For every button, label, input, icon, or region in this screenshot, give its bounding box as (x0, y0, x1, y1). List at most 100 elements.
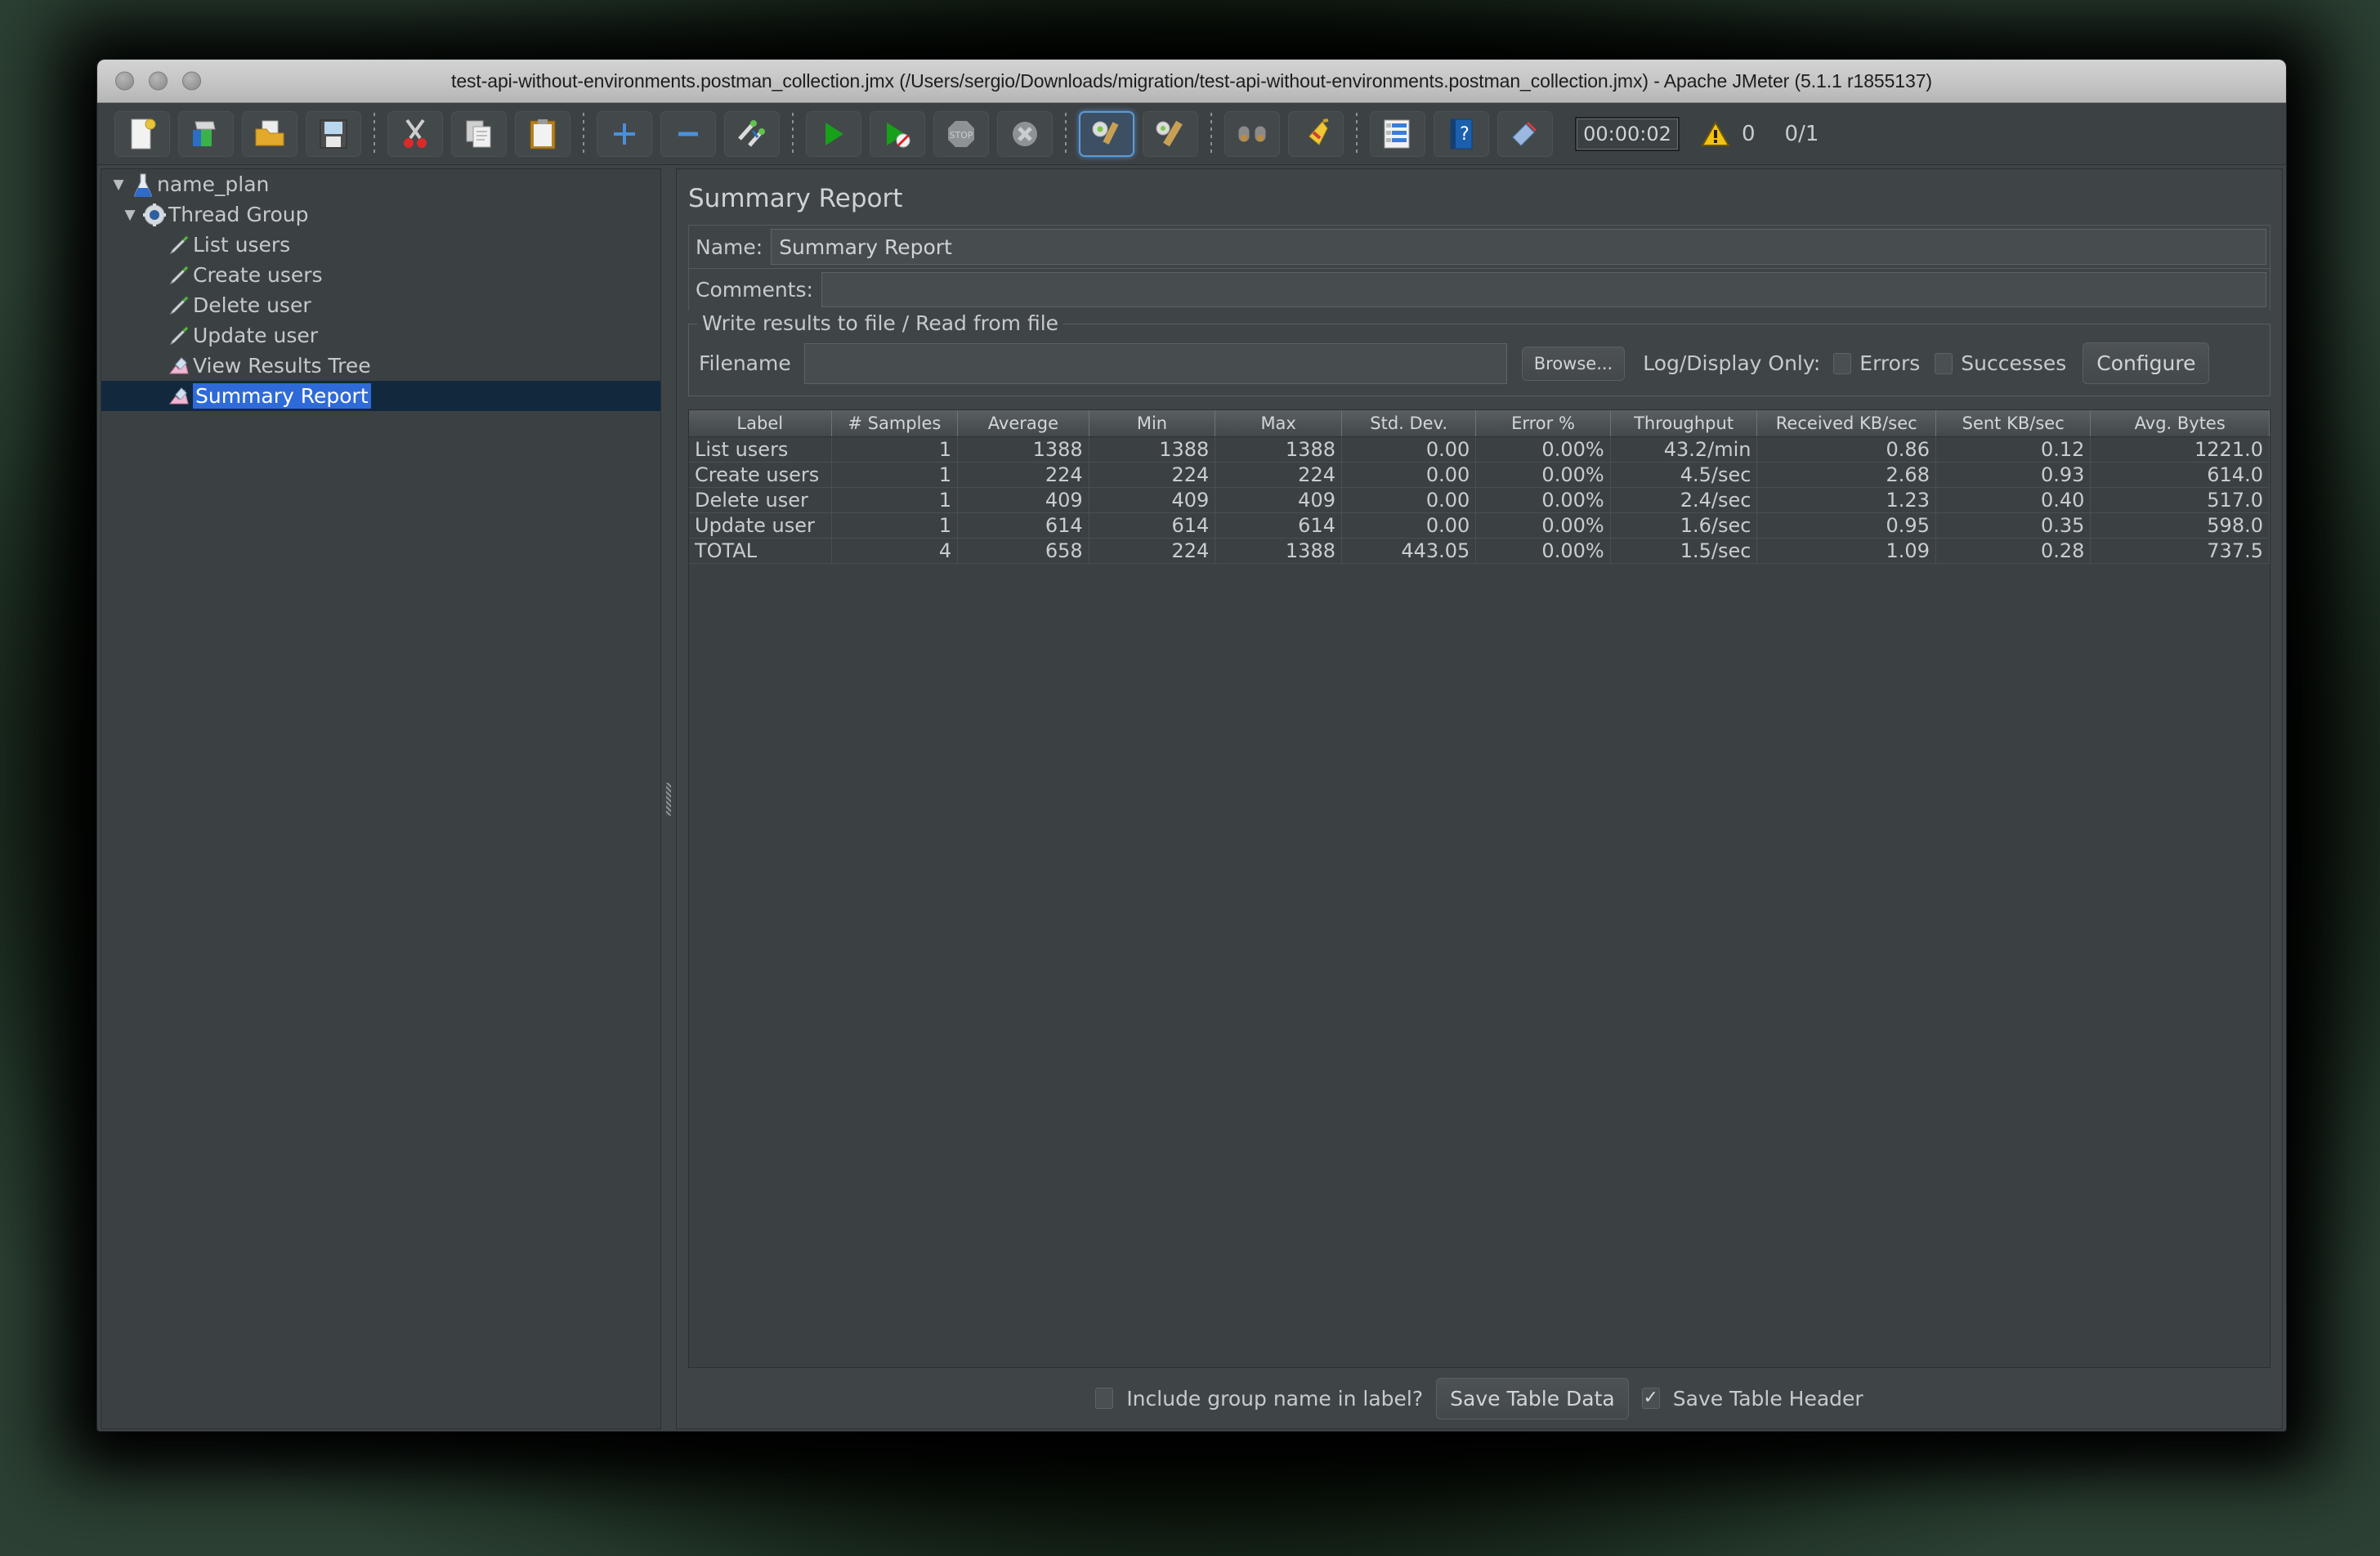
test-plan-icon (129, 172, 157, 197)
close-button[interactable] (115, 72, 134, 91)
col-max[interactable]: Max (1215, 410, 1342, 436)
name-comments-block: Name: Summary Report Comments: (688, 225, 2270, 311)
cell-max: 1388 (1215, 538, 1342, 563)
cell-received-kb: 1.09 (1757, 538, 1935, 563)
clear-all-icon[interactable] (1143, 111, 1198, 157)
save-table-header-checkbox[interactable] (1642, 1388, 1660, 1409)
paste-icon[interactable] (515, 111, 570, 157)
successes-label: Successes (1961, 351, 2066, 375)
cell-std-dev: 0.00 (1341, 462, 1475, 487)
col-received-kb[interactable]: Received KB/sec (1757, 410, 1935, 436)
templates-icon[interactable] (178, 111, 234, 157)
undo-icon[interactable] (1497, 111, 1553, 157)
cell-std-dev: 0.00 (1341, 512, 1475, 538)
http-sampler-icon (165, 235, 193, 256)
shutdown-icon[interactable] (997, 111, 1053, 157)
col-throughput[interactable]: Throughput (1610, 410, 1757, 436)
table-row[interactable]: List users 1 1388 1388 1388 0.00 0.00% 4… (689, 436, 2270, 462)
tree-item-delete-user[interactable]: Delete user (101, 290, 660, 320)
search-icon[interactable] (1224, 111, 1280, 157)
warning-count: 0 (1742, 122, 1756, 146)
tree-item-summary-report[interactable]: Summary Report (101, 381, 660, 411)
tree-item-label: Create users (193, 263, 323, 287)
col-min[interactable]: Min (1089, 410, 1215, 436)
expand-all-icon[interactable] (597, 111, 652, 157)
col-std-dev[interactable]: Std. Dev. (1341, 410, 1475, 436)
warning-indicator[interactable]: 0 (1701, 121, 1756, 147)
toolbar-separator (792, 113, 794, 155)
reset-search-icon[interactable] (1288, 111, 1344, 157)
table-row-total[interactable]: TOTAL 4 658 224 1388 443.05 0.00% 1.5/se… (689, 538, 2270, 563)
function-helper-icon[interactable] (1370, 111, 1425, 157)
errors-checkbox[interactable] (1833, 353, 1851, 374)
filename-row: Filename Browse... Log/Display Only: Err… (699, 342, 2260, 384)
tree-item-update-user[interactable]: Update user (101, 320, 660, 351)
include-group-name-checkbox[interactable] (1095, 1388, 1113, 1409)
tree-item-create-users[interactable]: Create users (101, 260, 660, 290)
tree-item-label: Update user (193, 324, 318, 347)
save-table-data-button[interactable]: Save Table Data (1436, 1378, 1629, 1420)
tree-item-name-plan[interactable]: ▼ name_plan (101, 169, 660, 199)
main-toolbar: STOP (97, 103, 2286, 165)
col-samples[interactable]: # Samples (831, 410, 958, 436)
maximize-button[interactable] (182, 72, 201, 91)
col-label[interactable]: Label (689, 410, 831, 436)
start-icon[interactable] (806, 111, 861, 157)
col-error-pct[interactable]: Error % (1476, 410, 1610, 436)
active-thread-count: 0/1 (1785, 122, 1819, 146)
split-grip-icon[interactable] (666, 783, 671, 816)
cell-std-dev: 0.00 (1341, 436, 1475, 462)
table-header-row: Label # Samples Average Min Max Std. Dev… (689, 410, 2270, 436)
comments-input[interactable] (821, 272, 2266, 307)
save-icon[interactable] (306, 111, 361, 157)
clear-icon[interactable] (1079, 111, 1134, 157)
cell-error-pct: 0.00% (1476, 538, 1610, 563)
jmeter-window: test-api-without-environments.postman_co… (96, 59, 2287, 1432)
twisty-icon[interactable]: ▼ (119, 207, 141, 223)
tree-item-view-results-tree[interactable]: View Results Tree (101, 351, 660, 381)
twisty-icon[interactable]: ▼ (108, 177, 129, 193)
cell-samples: 1 (831, 462, 958, 487)
copy-icon[interactable] (451, 111, 507, 157)
browse-button[interactable]: Browse... (1522, 347, 1626, 381)
cell-throughput: 4.5/sec (1610, 462, 1757, 487)
collapse-all-icon[interactable] (660, 111, 716, 157)
test-plan-tree[interactable]: ▼ name_plan ▼ (101, 168, 661, 1429)
table-row[interactable]: Update user 1 614 614 614 0.00 0.00% 1.6… (689, 512, 2270, 538)
open-icon[interactable] (242, 111, 298, 157)
warning-triangle-icon (1701, 121, 1730, 147)
col-average[interactable]: Average (958, 410, 1089, 436)
split-divider[interactable] (661, 168, 676, 1429)
toggle-icon[interactable] (724, 111, 780, 157)
toolbar-separator (1356, 113, 1358, 155)
cell-average: 1388 (958, 436, 1089, 462)
summary-results-table[interactable]: Label # Samples Average Min Max Std. Dev… (688, 409, 2270, 1368)
cell-max: 409 (1215, 487, 1342, 512)
new-icon[interactable] (114, 111, 170, 157)
stop-icon[interactable]: STOP (933, 111, 989, 157)
listener-icon (165, 386, 193, 407)
cut-icon[interactable] (387, 111, 443, 157)
main-split-pane: ▼ name_plan ▼ (97, 165, 2286, 1432)
configure-button[interactable]: Configure (2082, 342, 2209, 384)
cell-label: Create users (689, 462, 831, 487)
cell-samples: 4 (831, 538, 958, 563)
tree-item-label: Summary Report (193, 383, 371, 409)
col-sent-kb[interactable]: Sent KB/sec (1935, 410, 2090, 436)
start-no-timers-icon[interactable] (870, 111, 925, 157)
tree-item-list-users[interactable]: List users (101, 230, 660, 260)
table-row[interactable]: Create users 1 224 224 224 0.00 0.00% 4.… (689, 462, 2270, 487)
toolbar-separator (1065, 113, 1067, 155)
name-input[interactable]: Summary Report (771, 229, 2266, 265)
filename-input[interactable] (804, 343, 1507, 384)
cell-max: 224 (1215, 462, 1342, 487)
cell-average: 224 (958, 462, 1089, 487)
successes-checkbox[interactable] (1935, 353, 1953, 374)
tree-item-thread-group[interactable]: ▼ Thread Group (101, 199, 660, 230)
minimize-button[interactable] (149, 72, 168, 91)
help-icon[interactable]: ? (1434, 111, 1489, 157)
cell-avg-bytes: 614.0 (2091, 462, 2270, 487)
col-avg-bytes[interactable]: Avg. Bytes (2091, 410, 2270, 436)
table-row[interactable]: Delete user 1 409 409 409 0.00 0.00% 2.4… (689, 487, 2270, 512)
cell-error-pct: 0.00% (1476, 487, 1610, 512)
